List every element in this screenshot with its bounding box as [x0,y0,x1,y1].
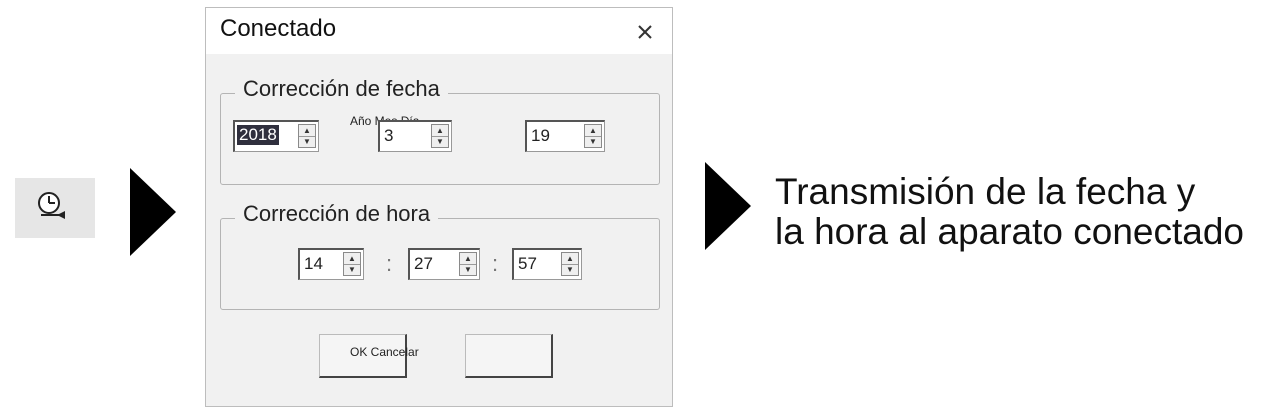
spin-down-icon[interactable]: ▼ [344,264,360,275]
arrow-right-icon [130,168,176,256]
month-value: 3 [384,126,394,145]
second-value: 57 [518,254,537,273]
clock-sync-icon [38,192,65,219]
cancel-button[interactable] [465,334,553,378]
button-labels: OK Cancelar [350,345,419,359]
dialog-title: Conectado [220,15,337,42]
minute-value: 27 [414,254,433,273]
hour-spinner-arrows[interactable]: ▲ ▼ [343,252,361,276]
spin-down-icon[interactable]: ▼ [562,264,578,275]
spin-down-icon[interactable]: ▼ [299,136,315,147]
day-value: 19 [531,126,550,145]
dialog-titlebar: Conectado [206,8,672,54]
day-spinbox[interactable]: 19 ▲ ▼ [525,120,605,152]
month-spinbox[interactable]: 3 ▲ ▼ [378,120,452,152]
spin-down-icon[interactable]: ▼ [460,264,476,275]
arrow-right-icon [705,162,751,250]
hour-value: 14 [304,254,323,273]
result-caption: Transmisión de la fecha y la hora al apa… [775,172,1244,252]
time-group-label: Corrección de hora [235,201,439,227]
hour-spinbox[interactable]: 14 ▲ ▼ [298,248,364,280]
caption-line-1: Transmisión de la fecha y [775,171,1196,212]
month-spinner-arrows[interactable]: ▲ ▼ [431,124,449,148]
spin-down-icon[interactable]: ▼ [432,136,448,147]
day-spinner-arrows[interactable]: ▲ ▼ [584,124,602,148]
caption-line-2: la hora al aparato conectado [775,211,1245,252]
time-separator: : [386,251,393,276]
time-separator: : [492,251,499,276]
close-icon[interactable] [631,17,659,45]
connected-dialog: Conectado Corrección de fecha 2018 ▲ ▼ A… [205,7,673,407]
date-group-label: Corrección de fecha [235,76,448,102]
year-spinbox[interactable]: 2018 ▲ ▼ [233,120,319,152]
year-spinner-arrows[interactable]: ▲ ▼ [298,124,316,148]
year-value: 2018 [237,125,279,145]
minute-spinbox[interactable]: 27 ▲ ▼ [408,248,480,280]
second-spinbox[interactable]: 57 ▲ ▼ [512,248,582,280]
spin-down-icon[interactable]: ▼ [585,136,601,147]
minute-spinner-arrows[interactable]: ▲ ▼ [459,252,477,276]
second-spinner-arrows[interactable]: ▲ ▼ [561,252,579,276]
sync-time-toolbar-button[interactable] [15,178,95,238]
